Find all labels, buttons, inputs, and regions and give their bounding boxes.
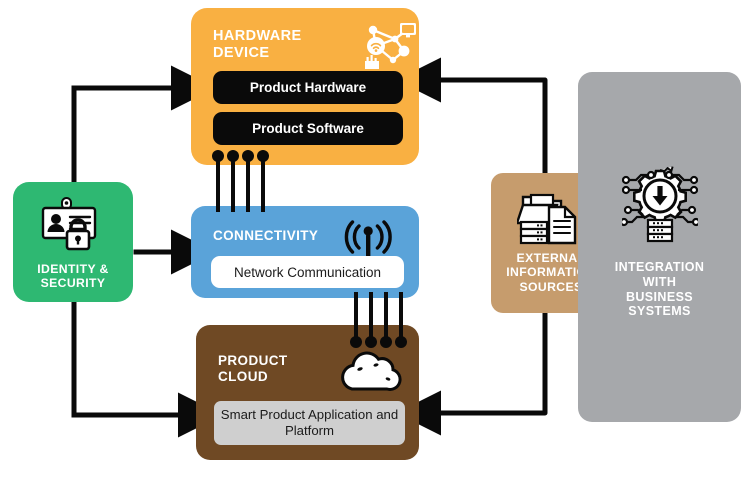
pin-stem (399, 292, 403, 342)
pin-stem (246, 156, 250, 212)
pin-head (257, 150, 269, 162)
diagram-canvas: HARDWARE DEVICE Product Hardware Product… (0, 0, 751, 501)
pin-connector-layer (0, 0, 751, 501)
pin-head (395, 336, 407, 348)
pin-stem (261, 156, 265, 212)
pin-stem (216, 156, 220, 212)
pin-stem (354, 292, 358, 342)
pin-stem (384, 292, 388, 342)
pin-head (242, 150, 254, 162)
pin-head (365, 336, 377, 348)
pin-stem (231, 156, 235, 212)
pin-head (212, 150, 224, 162)
pin-head (227, 150, 239, 162)
pin-head (350, 336, 362, 348)
pin-head (380, 336, 392, 348)
pin-stem (369, 292, 373, 342)
